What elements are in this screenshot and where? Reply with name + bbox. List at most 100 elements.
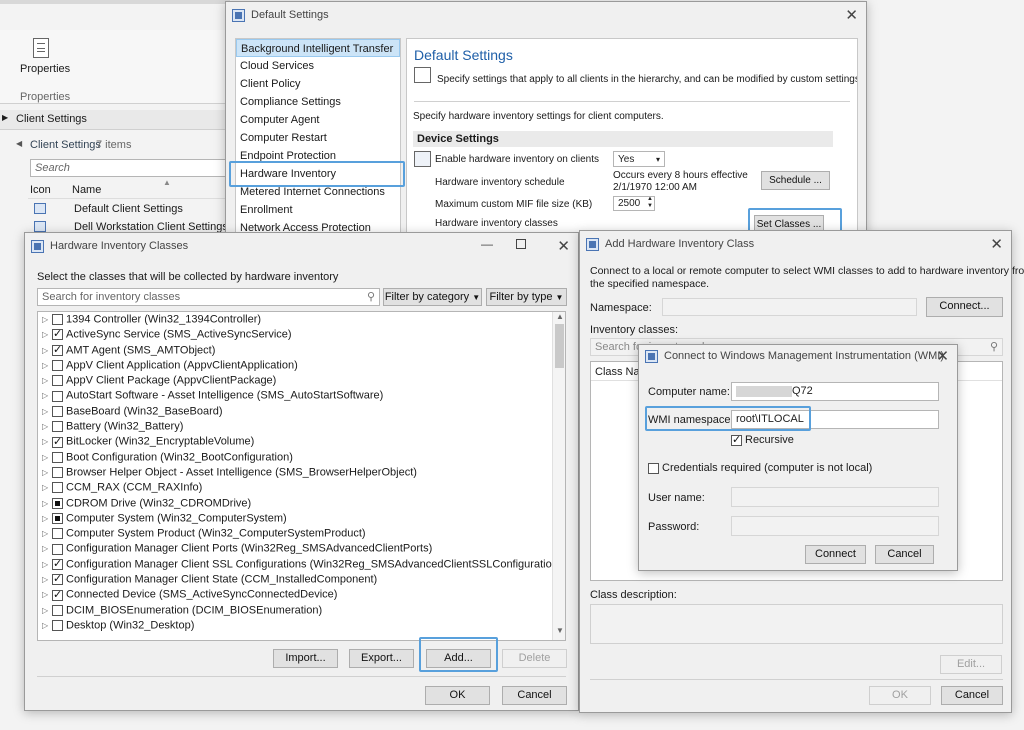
checkbox-icon[interactable]	[52, 513, 63, 525]
nav-item[interactable]: Computer Agent	[236, 111, 400, 129]
expand-arrow-icon[interactable]: ▷	[42, 618, 52, 633]
column-icon[interactable]: Icon	[30, 184, 51, 196]
class-list-item[interactable]: ▷ 1394 Controller (Win32_1394Controller)	[42, 312, 550, 327]
import-button[interactable]: Import...	[273, 649, 338, 668]
checkbox-icon[interactable]	[52, 557, 63, 572]
class-list-item[interactable]: ▷ CDROM Drive (Win32_CDROMDrive)	[42, 496, 550, 511]
edit-button[interactable]: Edit...	[940, 655, 1002, 674]
cancel-button[interactable]: Cancel	[502, 686, 567, 705]
class-list-item[interactable]: ▷ Battery (Win32_Battery)	[42, 419, 550, 434]
properties-icon[interactable]	[33, 38, 49, 58]
checkbox-icon[interactable]	[52, 543, 63, 555]
search-icon[interactable]: ⚲	[367, 289, 375, 305]
expand-arrow-icon[interactable]: ▷	[42, 434, 52, 449]
class-search-input[interactable]: Search for inventory classes ⚲	[37, 288, 380, 306]
expand-arrow-icon[interactable]: ▷	[42, 312, 52, 327]
checkbox-icon[interactable]	[52, 405, 63, 417]
checkbox-icon[interactable]	[648, 462, 659, 474]
expand-arrow-icon[interactable]: ▷	[42, 541, 52, 556]
expand-arrow-icon[interactable]: ▷	[42, 388, 52, 403]
expand-arrow-icon[interactable]: ▷	[42, 404, 52, 419]
nav-item[interactable]: Enrollment	[236, 201, 400, 219]
class-list-item[interactable]: ▷ Desktop (Win32_Desktop)	[42, 618, 550, 633]
maximize-icon[interactable]	[516, 239, 526, 249]
checkbox-icon[interactable]	[52, 620, 63, 632]
export-button[interactable]: Export...	[349, 649, 414, 668]
checkbox-icon[interactable]	[52, 528, 63, 540]
close-icon[interactable]: ✕	[557, 237, 570, 255]
ok-button[interactable]: OK	[869, 686, 931, 705]
list-row[interactable]: Default Client Settings	[28, 200, 230, 218]
expand-arrow-icon[interactable]: ▷	[42, 465, 52, 480]
nav-item[interactable]: Cloud Services	[236, 57, 400, 75]
close-icon[interactable]: ✕	[845, 6, 858, 24]
scrollbar[interactable]: ▲ ▼	[552, 312, 565, 640]
class-list-item[interactable]: ▷ ActiveSync Service (SMS_ActiveSyncServi…	[42, 327, 550, 342]
expand-arrow-icon[interactable]: ▶	[2, 113, 8, 122]
cancel-button[interactable]: Cancel	[941, 686, 1003, 705]
class-list-item[interactable]: ▷ Computer System Product (Win32_Computer…	[42, 526, 550, 541]
expand-arrow-icon[interactable]: ▷	[42, 419, 52, 434]
schedule-button[interactable]: Schedule ...	[761, 171, 830, 190]
expand-arrow-icon[interactable]: ▷	[42, 327, 52, 342]
class-list-item[interactable]: ▷ Configuration Manager Client State (CCM…	[42, 572, 550, 587]
checkbox-icon[interactable]	[52, 435, 63, 450]
console-search-input[interactable]: Search	[30, 159, 230, 177]
expand-arrow-icon[interactable]: ▷	[42, 526, 52, 541]
class-list-item[interactable]: ▷ Boot Configuration (Win32_BootConfigura…	[42, 450, 550, 465]
checkbox-icon[interactable]	[52, 451, 63, 463]
scroll-up-icon[interactable]: ▲	[556, 312, 564, 321]
expand-arrow-icon[interactable]: ▷	[42, 557, 52, 572]
scroll-thumb[interactable]	[555, 324, 564, 368]
nav-item[interactable]: Client Policy	[236, 75, 400, 93]
class-list-item[interactable]: ▷ Configuration Manager Client Ports (Win…	[42, 541, 550, 556]
credentials-checkbox[interactable]: Credentials required (computer is not lo…	[648, 462, 872, 474]
class-list-item[interactable]: ▷ AppV Client Package (AppvClientPackage)	[42, 373, 550, 388]
column-name[interactable]: Name	[72, 184, 101, 196]
expand-arrow-icon[interactable]: ▷	[42, 450, 52, 465]
checkbox-icon[interactable]	[52, 497, 63, 509]
connect-button[interactable]: Connect...	[926, 297, 1003, 317]
expand-arrow-icon[interactable]: ▷	[42, 511, 52, 526]
collapse-arrow-icon[interactable]: ◀	[16, 139, 22, 148]
expand-arrow-icon[interactable]: ▷	[42, 480, 52, 495]
class-list-item[interactable]: ▷ AMT Agent (SMS_AMTObject)	[42, 343, 550, 358]
connect-button[interactable]: Connect	[805, 545, 866, 564]
checkbox-icon[interactable]	[52, 327, 63, 343]
class-list-item[interactable]: ▷ AppV Client Application (AppvClientAppl…	[42, 358, 550, 373]
nav-item[interactable]: Compliance Settings	[236, 93, 400, 111]
spinner-icon[interactable]: ▲ ▼	[647, 197, 653, 210]
expand-arrow-icon[interactable]: ▷	[42, 572, 52, 587]
checkbox-icon[interactable]	[52, 421, 63, 433]
cancel-button[interactable]: Cancel	[875, 545, 934, 564]
nav-item[interactable]: Computer Restart	[236, 129, 400, 147]
checkbox-icon[interactable]	[52, 604, 63, 616]
search-icon[interactable]: ⚲	[990, 339, 998, 355]
checkbox-icon[interactable]	[731, 433, 742, 446]
checkbox-icon[interactable]	[52, 588, 63, 603]
user-name-input[interactable]	[731, 487, 939, 507]
checkbox-icon[interactable]	[52, 360, 63, 372]
checkbox-icon[interactable]	[52, 572, 63, 588]
tree-node-client-settings[interactable]: Client Settings	[16, 113, 87, 125]
checkbox-icon[interactable]	[52, 467, 63, 479]
enable-select[interactable]: Yes ▾	[613, 151, 665, 167]
expand-arrow-icon[interactable]: ▷	[42, 373, 52, 388]
class-list-item[interactable]: ▷ BitLocker (Win32_EncryptableVolume)	[42, 434, 550, 450]
checkbox-icon[interactable]	[52, 482, 63, 494]
expand-arrow-icon[interactable]: ▷	[42, 587, 52, 602]
class-list-item[interactable]: ▷ Computer System (Win32_ComputerSystem)	[42, 511, 550, 526]
checkbox-icon[interactable]	[52, 314, 63, 326]
mif-size-input[interactable]: 2500 ▲ ▼	[613, 196, 655, 211]
filter-category-button[interactable]: Filter by category ▼	[383, 288, 482, 306]
filter-type-button[interactable]: Filter by type ▼	[486, 288, 567, 306]
recursive-checkbox[interactable]: Recursive	[731, 433, 794, 446]
expand-arrow-icon[interactable]: ▷	[42, 496, 52, 511]
checkbox-icon[interactable]	[52, 375, 63, 387]
namespace-input[interactable]	[662, 298, 917, 316]
close-icon[interactable]: ✕	[990, 235, 1003, 253]
class-list-item[interactable]: ▷ Connected Device (SMS_ActiveSyncConnect…	[42, 587, 550, 603]
class-list-item[interactable]: ▷ DCIM_BIOSEnumeration (DCIM_BIOSEnumerat…	[42, 603, 550, 618]
nav-item[interactable]: Background Intelligent Transfer	[236, 39, 400, 57]
class-list-item[interactable]: ▷ Browser Helper Object - Asset Intellige…	[42, 465, 550, 480]
